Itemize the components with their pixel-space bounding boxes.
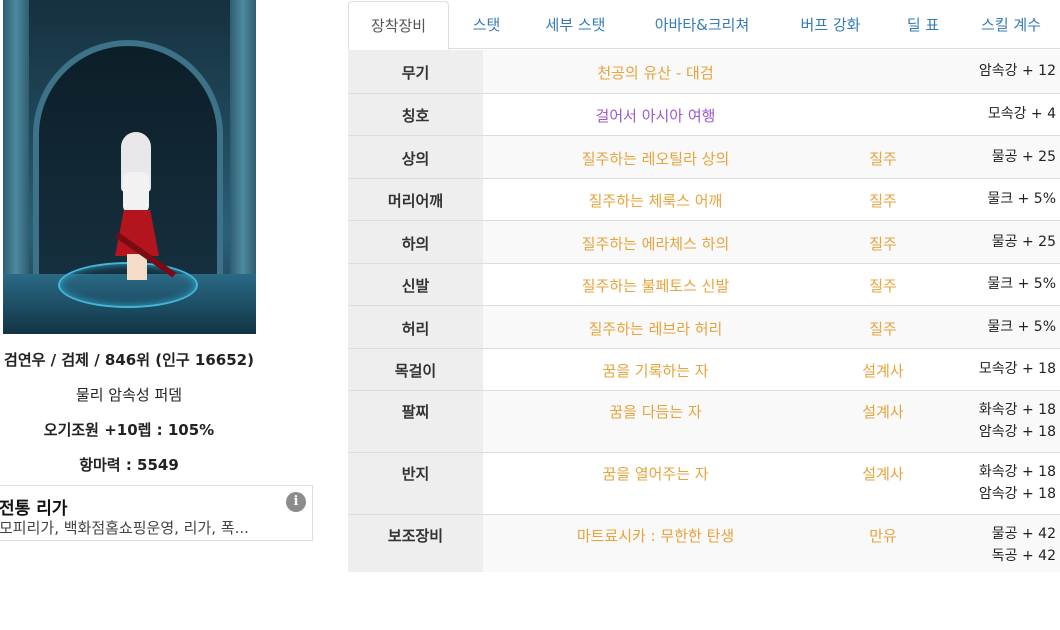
equipment-set-name: 질주: [869, 235, 897, 253]
equipment-row: 무기 천공의 유산 - 대검 암속강 + 12: [348, 50, 1060, 93]
tab-skill-coefficient[interactable]: 스킬 계수: [962, 4, 1060, 49]
equipment-stat-options: 물크 + 5%: [938, 188, 1060, 210]
tab-equipment[interactable]: 장착장비: [348, 1, 449, 50]
equipment-row: 하의 질주하는 에라체스 하의 질주 물공 + 25: [348, 220, 1060, 263]
equipment-item-name[interactable]: 천공의 유산 - 대검: [483, 62, 828, 83]
equipment-table: 무기 천공의 유산 - 대검 암속강 + 12 칭호 걸어서 아시아 여행 모속강 + 4…: [348, 50, 1060, 572]
equipment-stat-line: 암속강 + 18: [978, 424, 1056, 440]
equipment-item-name[interactable]: 걸어서 아시아 여행: [483, 105, 828, 126]
equipment-item-name[interactable]: 질주하는 에라체스 하의: [483, 233, 828, 254]
equipment-slot-label: 팔찌: [348, 391, 483, 452]
equipment-item-name[interactable]: 질주하는 레오틸라 상의: [483, 148, 828, 169]
equipment-set-name: 만유: [869, 527, 897, 545]
tab-avatar-creature[interactable]: 아바타&크리쳐: [627, 4, 777, 49]
character-build: 물리 암속성 퍼뎀: [75, 386, 183, 404]
equipment-slot-label: 허리: [348, 306, 483, 348]
equipment-set-name: 설계사: [862, 403, 904, 421]
tab-damage-chart[interactable]: 딜 표: [884, 4, 962, 49]
equipment-stat-options: 화속강 + 18 암속강 + 18: [938, 461, 1060, 505]
equipment-slot-label: 상의: [348, 136, 483, 178]
equipment-stat-line: 화속강 + 18: [978, 464, 1056, 480]
tab-buff-enhance[interactable]: 버프 강화: [777, 4, 884, 49]
equipment-stat-line: 암속강 + 18: [978, 486, 1056, 502]
equipment-item-name[interactable]: 질주하는 레브라 허리: [483, 318, 828, 339]
equipment-set-name: 설계사: [862, 362, 904, 380]
character-portrait: [3, 0, 256, 334]
equipment-row: 머리어깨 질주하는 체룩스 어깨 질주 물크 + 5%: [348, 178, 1060, 220]
guild-card: 전통 리가 모피리가, 백화점홈쇼핑운영, 리가, 폭... i: [0, 485, 313, 541]
equipment-slot-label: 신발: [348, 264, 483, 305]
equipment-stat-options: 암속강 + 12: [938, 60, 1060, 82]
equipment-item-name[interactable]: 질주하는 체룩스 어깨: [483, 190, 828, 211]
equipment-set-name: 질주: [869, 320, 897, 338]
equipment-stat-options: 물공 + 25: [938, 231, 1060, 253]
equipment-stat-options: 모속강 + 18: [938, 358, 1060, 380]
equipment-row: 신발 질주하는 불페토스 신발 질주 물크 + 5%: [348, 263, 1060, 305]
equipment-stat-options: 화속강 + 18 암속강 + 18: [938, 399, 1060, 443]
equipment-stat-line: 물공 + 25: [991, 234, 1056, 250]
guild-name: 전통 리가: [0, 499, 68, 519]
equipment-item-name[interactable]: 꿈을 열어주는 자: [483, 463, 828, 484]
equipment-stat-line: 물공 + 42: [991, 526, 1056, 542]
equipment-slot-label: 머리어깨: [348, 179, 483, 220]
equipment-row: 보조장비 마트료시카 : 무한한 탄생 만유 물공 + 42 독공 + 42: [348, 514, 1060, 572]
equipment-stat-line: 암속강 + 12: [978, 63, 1056, 79]
equipment-stat-options: 물공 + 42 독공 + 42: [938, 523, 1060, 567]
equipment-stat-options: 모속강 + 4: [938, 103, 1060, 125]
equipment-stat-line: 물공 + 25: [991, 149, 1056, 165]
equipment-item-name[interactable]: 질주하는 불페토스 신발: [483, 275, 828, 296]
equipment-row: 허리 질주하는 레브라 허리 질주 물크 + 5%: [348, 305, 1060, 348]
equipment-slot-label: 보조장비: [348, 515, 483, 572]
equipment-item-name[interactable]: 꿈을 다듬는 자: [483, 401, 828, 422]
equipment-slot-label: 무기: [348, 50, 483, 93]
equipment-stat-line: 독공 + 42: [991, 548, 1056, 564]
equipment-row: 팔찌 꿈을 다듬는 자 설계사 화속강 + 18 암속강 + 18: [348, 390, 1060, 452]
equipment-item-name[interactable]: 마트료시카 : 무한한 탄생: [483, 525, 828, 546]
equipment-item-name[interactable]: 꿈을 기록하는 자: [483, 360, 828, 381]
equipment-slot-label: 하의: [348, 221, 483, 263]
equipment-stat-line: 화속강 + 18: [978, 402, 1056, 418]
equipment-row: 반지 꿈을 열어주는 자 설계사 화속강 + 18 암속강 + 18: [348, 452, 1060, 514]
equipment-stat-options: 물크 + 5%: [938, 316, 1060, 338]
character-summary: 검연우 / 검제 / 846위 (인구 16652): [4, 351, 254, 369]
equipment-stat-line: 물크 + 5%: [987, 191, 1056, 207]
equipment-stat-line: 모속강 + 4: [987, 106, 1056, 122]
equipment-stat-options: 물공 + 25: [938, 146, 1060, 168]
equipment-stat-options: 물크 + 5%: [938, 273, 1060, 295]
equipment-slot-label: 반지: [348, 453, 483, 514]
equipment-slot-label: 목걸이: [348, 349, 483, 390]
tab-bar: 장착장비 스탯 세부 스탯 아바타&크리쳐 버프 강화 딜 표 스킬 계수: [348, 0, 1060, 50]
guild-members: 모피리가, 백화점홈쇼핑운영, 리가, 폭...: [0, 519, 249, 537]
equipment-stat-line: 물크 + 5%: [987, 276, 1056, 292]
tab-detail-stats[interactable]: 세부 스탯: [524, 4, 627, 49]
equipment-stat-line: 모속강 + 18: [978, 361, 1056, 377]
equipment-row: 목걸이 꿈을 기록하는 자 설계사 모속강 + 18: [348, 348, 1060, 390]
character-sprite: [115, 132, 177, 282]
equipment-stat-line: 물크 + 5%: [987, 319, 1056, 335]
equipment-row: 상의 질주하는 레오틸라 상의 질주 물공 + 25: [348, 135, 1060, 178]
equipment-set-name: 설계사: [862, 465, 904, 483]
equipment-set-name: 질주: [869, 192, 897, 210]
equipment-set-name: 질주: [869, 150, 897, 168]
tab-stats[interactable]: 스탯: [449, 4, 524, 49]
equipment-set-name: 질주: [869, 277, 897, 295]
info-icon[interactable]: i: [286, 492, 306, 512]
equipment-slot-label: 칭호: [348, 94, 483, 135]
equipment-row: 칭호 걸어서 아시아 여행 모속강 + 4: [348, 93, 1060, 135]
character-magic-resist: 항마력 : 5549: [79, 456, 179, 474]
character-aura: 오기조원 +10렙 : 105%: [43, 421, 215, 439]
